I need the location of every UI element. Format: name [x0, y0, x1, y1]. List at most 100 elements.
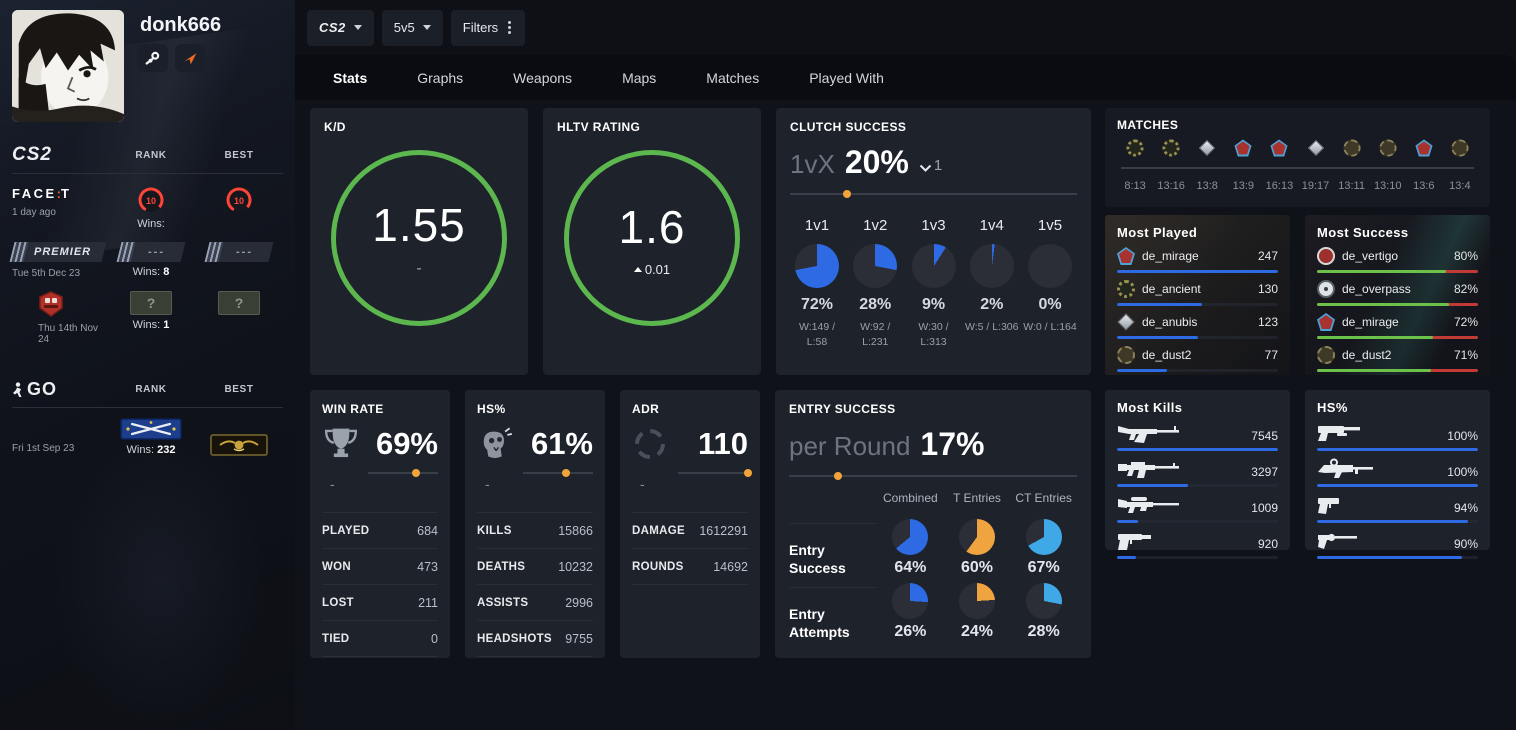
premier-wins: Wins: 8	[133, 266, 170, 278]
tracker-link[interactable]	[175, 44, 205, 72]
map-ancient-icon	[1126, 139, 1143, 156]
clutch-1v1: 1v1 72% W:149 / L:58	[790, 217, 844, 350]
entry-attempts-combined: 26%	[877, 577, 944, 641]
glock-icon	[1317, 494, 1349, 516]
awp-icon	[1117, 494, 1181, 516]
tracker-icon	[182, 50, 198, 66]
match-item[interactable]: 13:11	[1334, 138, 1370, 192]
tab-graphs[interactable]: Graphs	[417, 70, 463, 86]
map-dust2-icon	[1379, 139, 1396, 156]
map-row[interactable]: de_anubis123	[1117, 313, 1278, 339]
hs-delta: -	[485, 476, 593, 492]
pie-chart	[1026, 583, 1062, 619]
map-ancient-icon	[1163, 139, 1180, 156]
headshot-icon	[477, 426, 513, 462]
clutch-selector[interactable]: 1	[919, 157, 942, 174]
adr-title: ADR	[632, 402, 748, 416]
hs-title: HS%	[477, 402, 593, 416]
weapon-row: 1009	[1117, 495, 1278, 523]
rank-column-label: RANK	[107, 150, 195, 161]
tab-stats[interactable]: Stats	[333, 70, 367, 86]
adr-card: ADR 110 - DAMAGE1612291 ROUNDS14692	[620, 390, 760, 658]
win-rate-slider	[368, 472, 438, 474]
train-map-icon	[38, 291, 64, 317]
map-row[interactable]: de_dust277	[1117, 346, 1278, 372]
match-item[interactable]: 13:9	[1225, 138, 1261, 192]
entry-success-label: Entry Success	[789, 523, 877, 577]
premier-row: PREMIER Tue 5th Dec 23 --- Wins: 8 ---	[12, 242, 283, 279]
hltv-ring: 1.6 0.01	[564, 150, 740, 326]
stat-row: DEATHS10232	[477, 548, 593, 584]
match-item[interactable]: 19:17	[1297, 138, 1333, 192]
ct-figure-icon	[12, 382, 24, 398]
entry-attempts-label: Entry Attempts	[789, 587, 877, 641]
map-mirage-icon	[1235, 139, 1252, 156]
mode-select[interactable]: 5v5	[382, 10, 443, 46]
filters-label: Filters	[463, 20, 498, 35]
csgo-row: Fri 1st Sep 23 Wins: 232	[12, 418, 283, 456]
r8-revolver-icon	[1317, 530, 1359, 552]
avatar-art	[12, 10, 124, 122]
weapon-row: 94%	[1317, 495, 1478, 523]
kd-card: K/D 1.55 -	[310, 108, 528, 375]
map-row[interactable]: de_overpass82%	[1317, 280, 1478, 306]
pie-chart	[970, 244, 1014, 288]
entry-value: 17%	[920, 426, 984, 463]
clutch-label: 1vX	[790, 149, 835, 180]
pie-chart	[959, 583, 995, 619]
map-overpass-icon	[1317, 280, 1335, 298]
match-item[interactable]: 13:8	[1189, 138, 1225, 192]
hltv-card: HLTV RATING 1.6 0.01	[543, 108, 761, 375]
adr-ring-icon	[632, 426, 668, 462]
clutch-1v3: 1v3 9% W:30 / L:313	[907, 217, 961, 350]
player-name: donk666	[140, 14, 221, 37]
cs2-rank-section: CS2 RANK BEST FACE:T 1 day ago 10 Wins:	[12, 144, 283, 345]
stat-row: ROUNDS14692	[632, 548, 748, 585]
match-item[interactable]: 8:13	[1117, 138, 1153, 192]
m4a4-icon	[1117, 458, 1181, 480]
chevron-down-icon	[354, 25, 362, 30]
ak47-icon	[1117, 422, 1181, 444]
map-ancient-icon	[1117, 280, 1135, 298]
kebab-icon	[508, 26, 511, 29]
kd-value: 1.55	[372, 198, 466, 252]
map-mirage-icon	[1317, 313, 1335, 331]
tab-played-with[interactable]: Played With	[809, 70, 884, 86]
most-kills-title: Most Kills	[1117, 400, 1278, 415]
faceit-row: FACE:T 1 day ago 10 Wins: 10	[12, 186, 283, 230]
entry-title: ENTRY SUCCESS	[789, 402, 1077, 416]
steam-link[interactable]	[138, 44, 168, 72]
map-row[interactable]: de_vertigo80%	[1317, 247, 1478, 273]
hltv-delta: 0.01	[634, 262, 670, 277]
faceit-best-level-icon: 10	[225, 186, 253, 214]
most-success-card: Most Success de_vertigo80% de_overpass82…	[1305, 215, 1490, 375]
caret-up-icon	[634, 267, 642, 272]
tab-matches[interactable]: Matches	[706, 70, 759, 86]
stat-row: TIED0	[322, 620, 438, 657]
filters-button[interactable]: Filters	[451, 10, 525, 46]
map-row[interactable]: de_dust271%	[1317, 346, 1478, 372]
stats-content: K/D 1.55 - HLTV RATING 1.6 0.01 CL	[295, 100, 1516, 658]
avatar[interactable]	[12, 10, 124, 122]
match-item[interactable]: 13:6	[1406, 138, 1442, 192]
entry-attempts-ct: 28%	[1010, 577, 1077, 641]
tab-weapons[interactable]: Weapons	[513, 70, 572, 86]
most-success-title: Most Success	[1317, 225, 1478, 240]
match-item[interactable]: 13:16	[1153, 138, 1189, 192]
entry-col-ct: CT Entries	[1010, 491, 1077, 513]
entry-success-card: ENTRY SUCCESS per Round 17% Combined T E…	[775, 390, 1091, 658]
game-select[interactable]: CS2	[307, 10, 374, 46]
csgo-logo: GO	[12, 379, 107, 400]
match-item[interactable]: 16:13	[1261, 138, 1297, 192]
map-row[interactable]: de_mirage247	[1117, 247, 1278, 273]
match-item[interactable]: 13:10	[1370, 138, 1406, 192]
map-row[interactable]: de_ancient130	[1117, 280, 1278, 306]
weapon-row: 100%	[1317, 423, 1478, 451]
tab-maps[interactable]: Maps	[622, 70, 656, 86]
hs-value: 61%	[531, 426, 593, 462]
adr-value: 110	[698, 426, 748, 462]
match-item[interactable]: 13:4	[1442, 138, 1478, 192]
csgo-rank-badge	[120, 418, 182, 440]
hs-card: HS% 61% - KILLS15866	[465, 390, 605, 658]
map-row[interactable]: de_mirage72%	[1317, 313, 1478, 339]
